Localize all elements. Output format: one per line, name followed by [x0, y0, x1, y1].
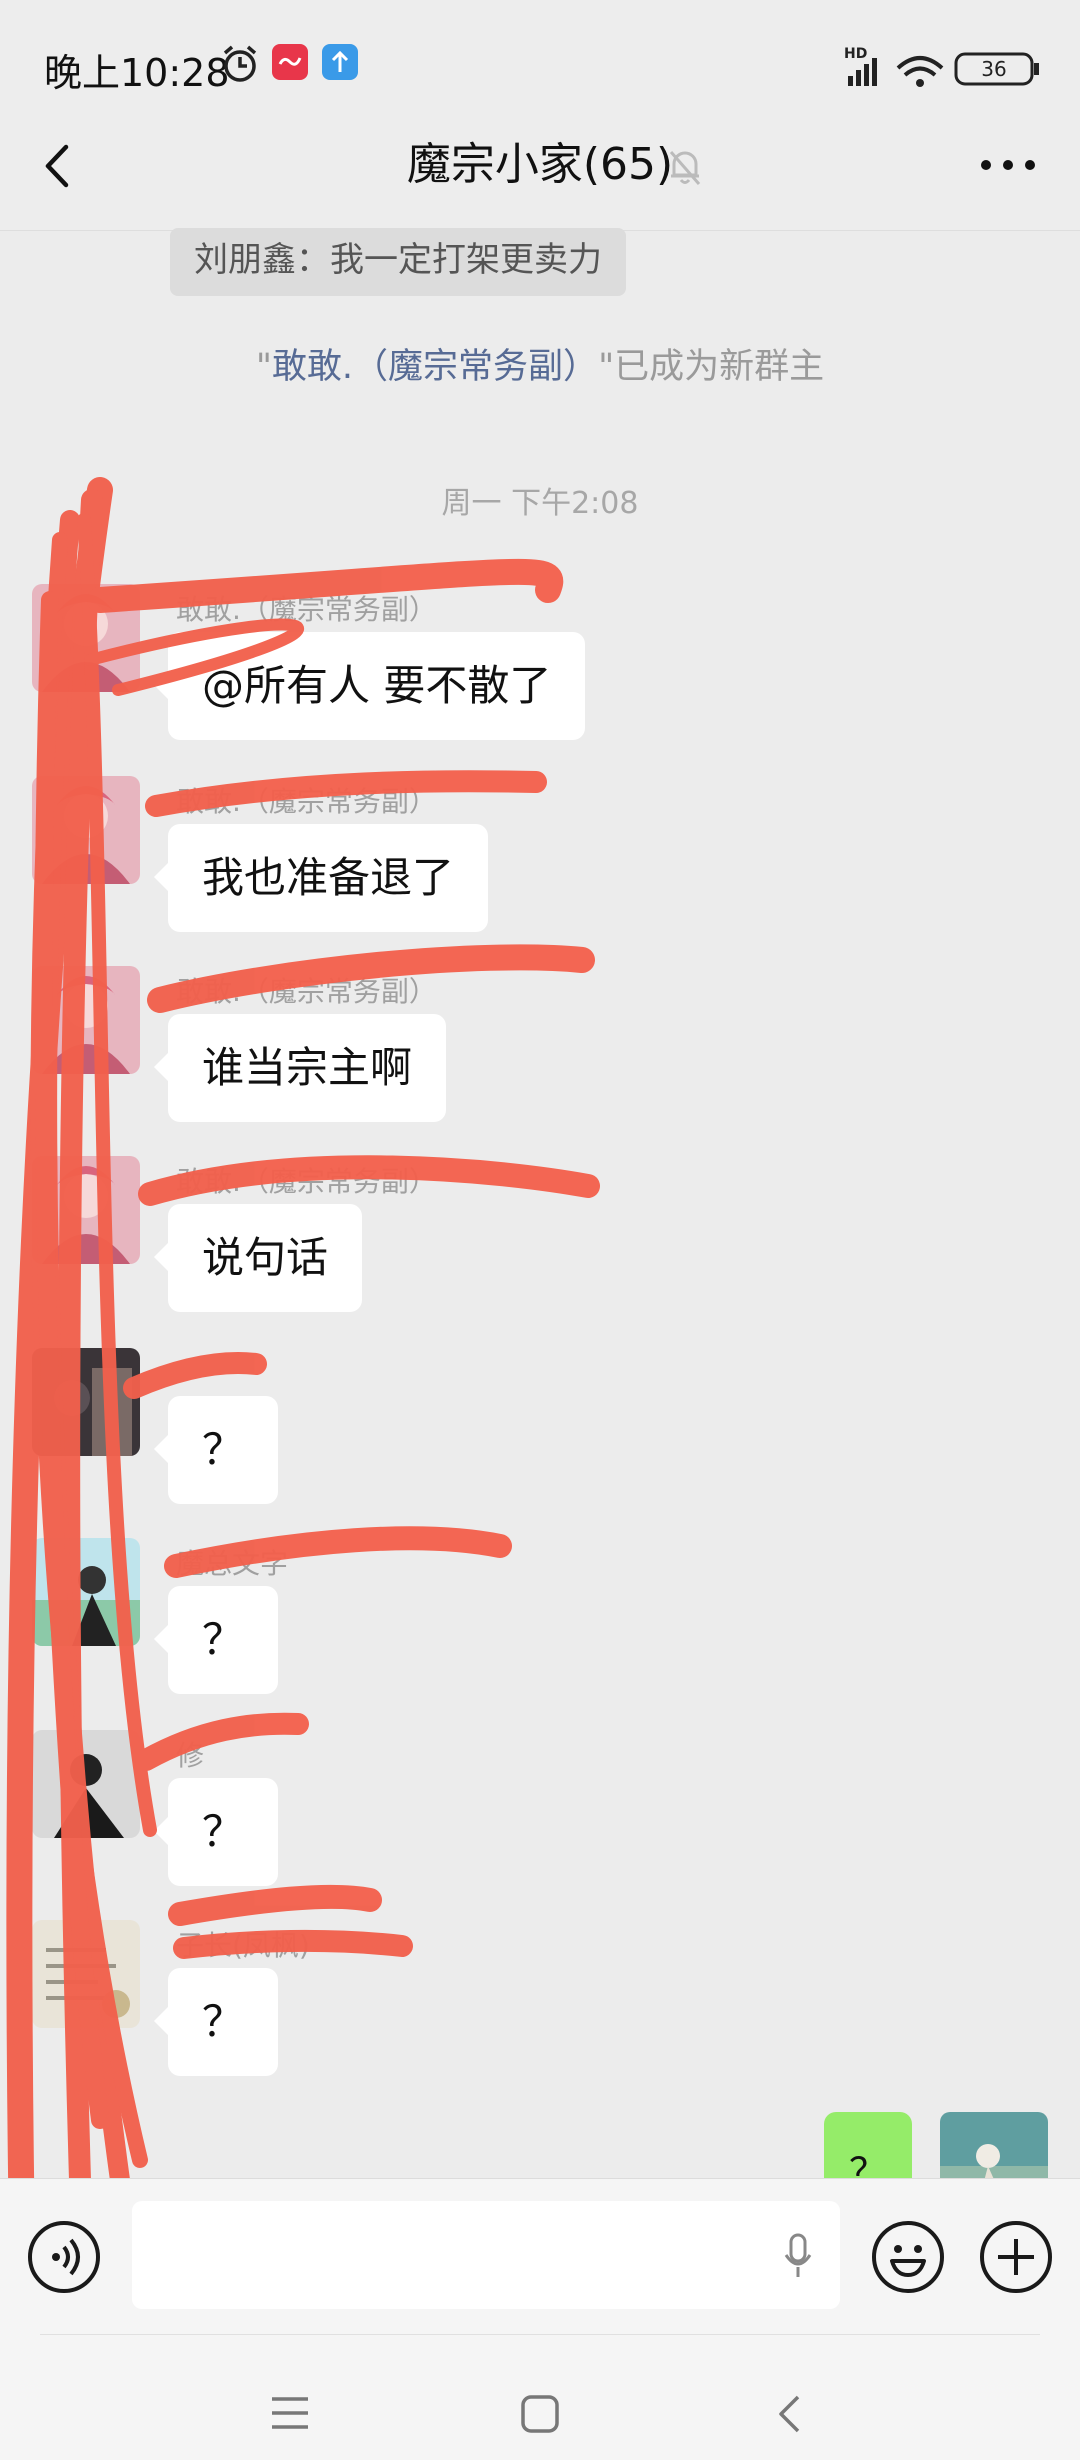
battery-level: 36 — [981, 57, 1006, 81]
owner-change-notice: "敢敢.（魔宗常务副）"已成为新群主 — [0, 338, 1080, 389]
sender-name: 敢敢.（魔宗常务副） — [176, 593, 437, 626]
chat-header: 魔宗小家(65) — [0, 135, 1080, 230]
emoji-icon — [890, 2245, 926, 2277]
avatar[interactable] — [32, 584, 140, 692]
message-bubble[interactable]: 说句话 — [153, 1204, 363, 1312]
microphone-icon[interactable] — [784, 2233, 812, 2279]
new-owner-link[interactable]: 敢敢.（魔宗常务副） — [272, 347, 598, 387]
message-bubble[interactable]: @所有人 要不散了 — [153, 632, 586, 740]
message-input[interactable] — [132, 2201, 840, 2309]
avatar[interactable] — [32, 1538, 140, 1646]
emoji-button[interactable] — [872, 2221, 944, 2293]
system-message: 刘朋鑫：我一定打架更卖力 — [170, 228, 626, 296]
group-name: 魔宗小家(65) — [406, 139, 674, 190]
sender-name: 敢敢.（魔宗常务副） — [176, 785, 437, 818]
more-options-icon[interactable] — [978, 153, 1038, 177]
home-icon[interactable] — [520, 2394, 560, 2434]
system-back-icon[interactable] — [776, 2394, 802, 2434]
voice-icon — [52, 2238, 80, 2276]
sender-name: 敢敢.（魔宗常务副） — [176, 975, 437, 1008]
owner-change-text: 已成为新群主 — [614, 347, 825, 387]
message-bubble[interactable]: ？ — [153, 1396, 279, 1504]
sender-name: 敢敢.（魔宗常务副） — [176, 1165, 437, 1198]
message-bubble[interactable]: ？ — [153, 1968, 279, 2076]
sender-name: 修 — [176, 1739, 205, 1772]
status-bar: 晚上10:28 HD 36 — [0, 0, 1080, 135]
avatar[interactable] — [32, 1348, 140, 1456]
menu-icon[interactable] — [270, 2396, 310, 2430]
hd-icon: HD — [844, 46, 867, 62]
avatar[interactable] — [32, 1156, 140, 1264]
sender-name: 魔总文字 — [176, 1547, 289, 1580]
message-timestamp: 周一 下午2:08 — [441, 486, 639, 521]
voice-toggle-button[interactable] — [28, 2221, 100, 2293]
alarm-icon — [223, 45, 257, 82]
status-time: 晚上10:28 — [44, 51, 230, 95]
avatar[interactable] — [32, 1730, 140, 1838]
nav-divider — [40, 2334, 1040, 2335]
message-bubble[interactable]: 我也准备退了 — [153, 824, 489, 932]
system-status-icons: HD 36 — [844, 46, 1039, 87]
app-notification-icon — [272, 44, 308, 80]
system-navigation-bar — [0, 2334, 1080, 2460]
avatar[interactable] — [32, 776, 140, 884]
input-bar — [0, 2178, 1080, 2335]
avatar[interactable] — [32, 1920, 140, 2028]
more-functions-button[interactable] — [980, 2221, 1052, 2293]
message-bubble[interactable]: ？ — [153, 1586, 279, 1694]
message-bubble[interactable]: ？ — [153, 1778, 279, 1886]
sender-name: 子长(凤枫) — [176, 1929, 310, 1962]
upload-notification-icon — [322, 44, 358, 80]
page-title: 魔宗小家(65) — [0, 135, 1080, 195]
avatar[interactable] — [32, 966, 140, 1074]
plus-icon — [998, 2239, 1034, 2275]
quote-open: " — [255, 347, 272, 387]
mute-bell-icon — [669, 151, 701, 185]
quote-close: " — [598, 347, 615, 387]
message-bubble[interactable]: 谁当宗主啊 — [153, 1014, 447, 1122]
